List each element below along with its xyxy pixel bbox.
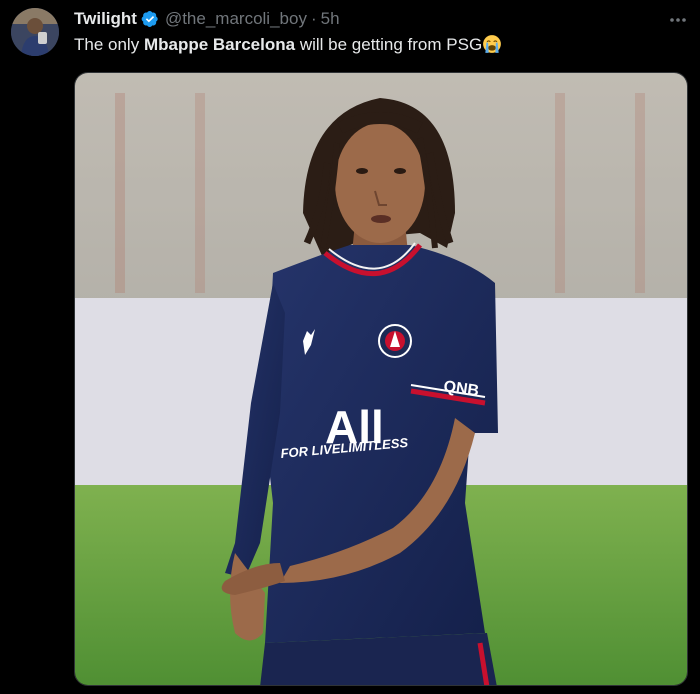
avatar[interactable] (11, 8, 59, 56)
tweet-card[interactable]: Twilight @the_marcoli_boy · 5h The only … (0, 0, 700, 694)
tweet-text-part: will be getting from PSG (295, 35, 483, 54)
author-handle[interactable]: @the_marcoli_boy (165, 9, 307, 29)
author-name[interactable]: Twilight (74, 9, 137, 29)
ellipsis-icon (670, 18, 686, 22)
tweet-text-bold: Mbappe Barcelona (143, 35, 296, 54)
timestamp[interactable]: 5h (321, 9, 340, 29)
separator-dot: · (310, 9, 317, 28)
more-options-icon[interactable] (668, 10, 688, 30)
tweet-text: The only Mbappe Barcelona will be gettin… (74, 34, 502, 56)
avatar-image (11, 8, 59, 56)
tweet-text-part: The only (74, 35, 144, 54)
tweet-header: Twilight @the_marcoli_boy · 5h (74, 8, 340, 30)
player-photo: All FOR LIVELIMITLESS QNB (75, 73, 687, 685)
tweet-photo[interactable]: All FOR LIVELIMITLESS QNB (74, 72, 688, 686)
verified-badge-icon (141, 10, 158, 28)
crying-face-icon (483, 35, 502, 53)
